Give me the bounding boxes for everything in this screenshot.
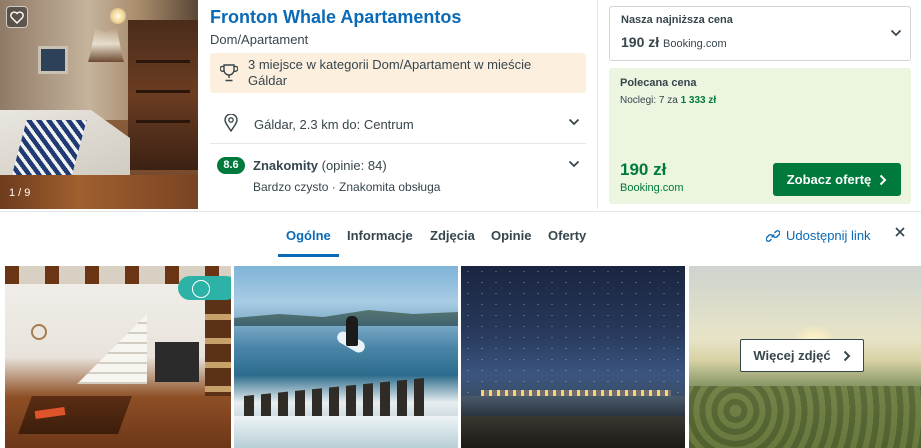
lowest-price-dropdown[interactable]: Nasza najniższa cena 190 zł Booking.com (609, 6, 911, 61)
deal-price: 190 zł (620, 160, 667, 179)
rating-score-badge: 8.6 (217, 157, 245, 174)
lowest-price-label: Nasza najniższa cena (621, 14, 733, 26)
hotel-info: Fronton Whale Apartamentos Dom/Apartamen… (210, 0, 587, 209)
photo-sea-foam (234, 416, 458, 448)
share-link-label: Udostępnij link (786, 228, 871, 243)
photo-city-lights (481, 390, 671, 396)
photo-mossy-rocks (689, 386, 921, 448)
photo-bookshelf (205, 296, 231, 396)
recommended-deal[interactable]: Polecana cena Noclegi: 7 za 1 333 zł 190… (609, 68, 911, 204)
chevron-down-icon (890, 29, 902, 37)
lowest-price: 190 zł Booking.com (621, 34, 727, 50)
photo-staircase (77, 314, 147, 384)
nights-prefix: Noclegi: 7 za (620, 95, 681, 106)
provider-logo-icon (178, 276, 231, 300)
ranking-badge: 3 miejsce w kategorii Dom/Apartament w m… (210, 53, 586, 93)
photo-ship-wheel (31, 324, 47, 340)
link-icon (766, 229, 780, 242)
lowest-price-value: 190 zł (621, 34, 660, 50)
main-photo[interactable]: 1 / 9 (0, 0, 198, 209)
gallery-photo-2[interactable] (234, 266, 458, 448)
chevron-down-icon (568, 160, 580, 168)
gallery-photo-1[interactable] (5, 266, 231, 448)
tab-reviews[interactable]: Opinie (491, 228, 531, 243)
view-deal-label: Zobacz ofertę (786, 172, 872, 187)
close-icon[interactable] (894, 226, 906, 238)
photo-rocks (461, 416, 685, 448)
heart-icon (10, 10, 24, 24)
detail-tabs: Ogólne Informacje Zdjęcia Opinie Oferty … (0, 211, 921, 257)
rating-label: Znakomity (253, 158, 319, 173)
photo-lamp (110, 8, 126, 24)
tab-photos[interactable]: Zdjęcia (430, 228, 475, 243)
photo-cabinet (155, 342, 199, 382)
share-link-button[interactable]: Udostępnij link (766, 228, 871, 243)
recommended-label: Polecana cena (620, 77, 697, 89)
lowest-price-provider: Booking.com (663, 38, 727, 50)
view-deal-button[interactable]: Zobacz ofertę (773, 163, 901, 196)
hotel-type: Dom/Apartament (210, 32, 309, 47)
photo-painting (38, 46, 68, 74)
deal-provider: Booking.com (620, 182, 684, 194)
trophy-icon (220, 64, 238, 82)
chevron-right-icon (843, 350, 851, 361)
chevron-down-icon (568, 118, 580, 126)
rating-row[interactable]: 8.6 Znakomity (opinie: 84) Bardzo czysto… (210, 148, 586, 208)
rating-highlights: Bardzo czysto · Znakomita obsługa (253, 180, 441, 194)
more-photos-label: Więcej zdjęć (753, 348, 831, 363)
photo-shelf (128, 20, 198, 170)
rating-text: Znakomity (opinie: 84) (253, 158, 387, 173)
nights-total: 1 333 zł (680, 95, 717, 106)
tab-deals[interactable]: Oferty (548, 228, 586, 243)
hotel-name[interactable]: Fronton Whale Apartamentos (210, 7, 461, 28)
nights-summary: Noclegi: 7 za 1 333 zł (620, 95, 716, 106)
photo-surfer (346, 316, 358, 346)
gallery-photo-3[interactable] (461, 266, 685, 448)
deal-panel: Nasza najniższa cena 190 zł Booking.com … (597, 0, 921, 209)
more-photos-button[interactable]: Więcej zdjęć (740, 339, 864, 372)
location-text: Gáldar, 2.3 km do: Centrum (254, 117, 414, 132)
active-tab-indicator (278, 254, 339, 257)
tab-overview[interactable]: Ogólne (286, 228, 331, 243)
photo-night-sea (461, 396, 685, 416)
tab-info[interactable]: Informacje (347, 228, 413, 243)
ranking-text: 3 miejsce w kategorii Dom/Apartament w m… (248, 57, 532, 88)
favorite-button[interactable] (6, 6, 28, 28)
chevron-right-icon (880, 174, 887, 185)
photo-counter: 1 / 9 (9, 187, 31, 199)
location-row[interactable]: Gáldar, 2.3 km do: Centrum (210, 102, 586, 144)
map-pin-icon (224, 114, 238, 132)
review-count: (opinie: 84) (318, 158, 387, 173)
